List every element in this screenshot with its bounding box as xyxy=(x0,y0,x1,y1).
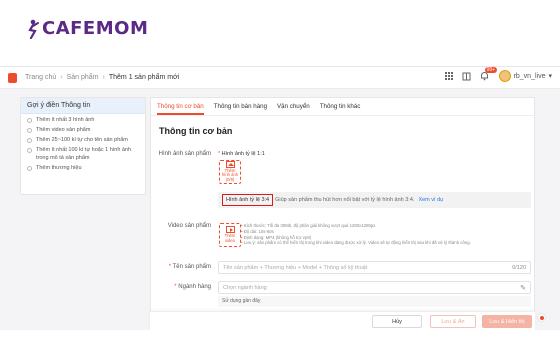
circle-icon xyxy=(27,165,32,171)
tip-text: Thêm thương hiệu xyxy=(36,164,82,171)
tip-item: Thêm 25~100 kí tự cho tên sản phẩm xyxy=(21,134,145,144)
product-name-label: * Tên sản phẩm xyxy=(168,264,211,270)
bottom-band xyxy=(0,330,560,350)
video-note-text: Định dạng: MP4 (không hỗ trợ vp9) xyxy=(243,234,312,240)
figure-icon xyxy=(28,19,39,39)
circle-icon xyxy=(27,148,32,154)
form-tabs: Thông tin cơ bản Thông tin bán hàng Vận … xyxy=(151,98,534,116)
video-note: • Lưu ý: sản phẩm có thể hiển thị trong … xyxy=(241,240,471,246)
tab-sales-info[interactable]: Thông tin bán hàng xyxy=(214,98,267,115)
notice-text: Giúp sản phẩm thu hút hơn nổi bật với tỷ… xyxy=(275,197,415,203)
section-title: Thông tin cơ bản xyxy=(159,126,233,136)
category-placeholder: Chọn ngành hàng xyxy=(223,285,267,291)
category-select[interactable]: Chọn ngành hàng ✎ xyxy=(218,281,531,294)
video-icon xyxy=(225,226,235,234)
tip-item: Thêm thương hiệu xyxy=(21,162,145,172)
product-name-label-text: Tên sản phẩm xyxy=(172,264,211,270)
recent-categories[interactable]: Sử dụng gần đây xyxy=(218,296,531,307)
video-label: Video sản phẩm xyxy=(167,223,211,229)
tip-text: Thêm 25~100 kí tự cho tên sản phẩm xyxy=(36,137,128,144)
save-show-button[interactable]: Lưu & Hiển thị xyxy=(482,315,532,328)
product-form: Thông tin cơ bản Thông tin bán hàng Vận … xyxy=(150,97,535,331)
breadcrumb-home[interactable]: Trang chủ xyxy=(25,74,56,81)
tip-item: Thêm ít nhất 100 kí tự hoặc 1 hình ảnh t… xyxy=(21,144,145,161)
tip-text: Thêm ít nhất 100 kí tự hoặc 1 hình ảnh t… xyxy=(36,147,132,161)
add-image-label: Thêm hình ảnh (0/9) xyxy=(221,167,239,183)
video-note-text: Kích thước: Tối đa 30Mb, độ phân giải kh… xyxy=(243,223,376,228)
image-icon xyxy=(225,161,235,168)
add-video-button[interactable]: Thêm video xyxy=(219,223,241,247)
add-video-label: Thêm video xyxy=(224,233,236,243)
circle-icon xyxy=(27,118,32,123)
image-ratio-text: Hình ảnh tỷ lệ 1:1 xyxy=(221,151,265,157)
char-counter: 0/120 xyxy=(512,265,526,271)
brand-band: CAFEMOM xyxy=(0,0,560,64)
ratio-highlight: Hình ảnh tỷ lệ 3:4 xyxy=(222,194,274,206)
avatar xyxy=(498,70,511,82)
add-image-button[interactable]: Thêm hình ảnh (0/9) xyxy=(219,160,241,184)
tab-basic-info[interactable]: Thông tin cơ bản xyxy=(157,98,204,115)
tab-shipping[interactable]: Vận chuyển xyxy=(277,98,310,115)
chevron-down-icon: ▾ xyxy=(548,73,552,80)
username: rb_vn_live xyxy=(513,72,546,80)
top-right-tools: 99+ rb_vn_live ▾ xyxy=(444,67,552,82)
breadcrumb-current: Thêm 1 sản phẩm mới xyxy=(108,74,180,81)
notification-bell[interactable]: 99+ xyxy=(480,67,498,81)
assist-icon[interactable] xyxy=(537,313,546,322)
images-label: Hình ảnh sản phẩm xyxy=(158,151,211,157)
book-icon[interactable] xyxy=(462,72,471,81)
pencil-icon: ✎ xyxy=(520,285,526,292)
brand-logo: CAFEMOM xyxy=(24,18,148,39)
category-label-text: Ngành hàng xyxy=(178,284,211,290)
chevron-right-icon: › xyxy=(60,74,63,81)
brand-name: CAFEMOM xyxy=(42,18,149,39)
product-name-placeholder: Tên sản phẩm + Thương hiệu + Model + Thô… xyxy=(223,265,368,271)
breadcrumb: Trang chủ › Sản phẩm › Thêm 1 sản phẩm m… xyxy=(25,74,179,81)
grid-icon[interactable] xyxy=(444,72,453,80)
fill-tips-title: Gợi ý điền Thông tin xyxy=(21,98,145,114)
tip-item: Thêm ít nhất 3 hình ảnh xyxy=(21,114,145,124)
tab-other-info[interactable]: Thông tin khác xyxy=(320,98,361,115)
video-note-text: Độ dài: 10s-60s xyxy=(243,228,274,234)
shop-logo-icon[interactable] xyxy=(8,72,17,83)
notification-badge: 99+ xyxy=(484,67,498,73)
fill-tips-panel: Gợi ý điền Thông tin Thêm ít nhất 3 hình… xyxy=(20,97,146,195)
video-note-text: Lưu ý: sản phẩm có thể hiển thị trong kh… xyxy=(243,240,471,246)
top-bar: Trang chủ › Sản phẩm › Thêm 1 sản phẩm m… xyxy=(0,67,560,89)
tip-item: Thêm video sản phẩm xyxy=(21,124,145,134)
form-footer: Hủy Lưu & Ẩn Lưu & Hiển thị xyxy=(150,311,535,331)
user-menu[interactable]: rb_vn_live ▾ xyxy=(498,70,552,82)
image-ratio-label: * Hình ảnh tỷ lệ 1:1 xyxy=(218,151,265,157)
category-label: * Ngành hàng xyxy=(174,284,211,290)
circle-icon xyxy=(27,128,32,134)
product-name-input[interactable]: Tên sản phẩm + Thương hiệu + Model + Thô… xyxy=(218,261,531,274)
aspect-notice: Hình ảnh tỷ lệ 3:4 Giúp sản phẩm thu hút… xyxy=(218,192,531,208)
tip-text: Thêm ít nhất 3 hình ảnh xyxy=(36,117,95,123)
breadcrumb-products[interactable]: Sản phẩm xyxy=(67,74,99,81)
video-requirements: • Kích thước: Tối đa 30Mb, độ phân giải … xyxy=(241,223,481,246)
view-example-link[interactable]: Xem ví dụ xyxy=(418,197,443,203)
seller-app: Trang chủ › Sản phẩm › Thêm 1 sản phẩm m… xyxy=(0,66,560,348)
save-hide-button[interactable]: Lưu & Ẩn xyxy=(430,315,476,328)
tip-text: Thêm video sản phẩm xyxy=(36,127,91,134)
circle-icon xyxy=(27,138,32,144)
cancel-button[interactable]: Hủy xyxy=(372,315,422,328)
chevron-right-icon: › xyxy=(102,74,105,81)
